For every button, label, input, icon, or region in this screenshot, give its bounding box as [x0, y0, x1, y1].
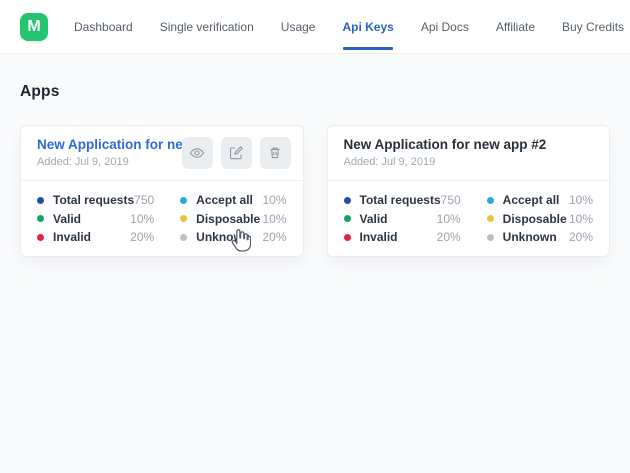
stat-label: Total requests: [53, 193, 134, 207]
stat-dot: [487, 197, 494, 204]
stat-dot: [344, 197, 351, 204]
nav-item-api-docs[interactable]: Api Docs: [421, 0, 469, 53]
app-logo[interactable]: M: [20, 13, 48, 41]
page-title: Apps: [20, 54, 610, 101]
stat-valid: Valid 10%: [37, 210, 154, 229]
stat-invalid: Invalid 20%: [37, 228, 154, 247]
stat-dot: [180, 234, 187, 241]
stat-dot: [487, 234, 494, 241]
stat-total-requests: Total requests 750: [344, 191, 461, 210]
stat-accept-all: Accept all 10%: [487, 191, 593, 210]
stat-dot: [37, 234, 44, 241]
stat-label: Accept all: [196, 193, 253, 207]
stat-value: 750: [134, 193, 154, 207]
stats-grid: Total requests 750 Accept all 10% Valid …: [21, 181, 303, 257]
stat-value: 10%: [437, 212, 461, 226]
nav-item-usage[interactable]: Usage: [281, 0, 316, 53]
stat-dot: [180, 197, 187, 204]
stat-disposable: Disposable 10%: [487, 210, 593, 229]
stat-label: Unknown: [196, 230, 250, 244]
nav-item-single-verification[interactable]: Single verification: [160, 0, 254, 53]
nav-item-api-keys[interactable]: Api Keys: [342, 0, 393, 53]
app-card: New Application for ne... Added: Jul 9, …: [20, 125, 304, 257]
stat-value: 20%: [437, 230, 461, 244]
card-header: New Application for new app #2 Added: Ju…: [328, 126, 610, 181]
stat-label: Disposable: [503, 212, 567, 226]
stat-value: 10%: [262, 212, 286, 226]
app-cards-row: New Application for ne... Added: Jul 9, …: [20, 125, 610, 257]
stat-label: Valid: [360, 212, 388, 226]
stat-unknown: Unknown 20%: [180, 228, 286, 247]
stat-label: Invalid: [53, 230, 91, 244]
stat-dot: [180, 215, 187, 222]
delete-button[interactable]: [260, 137, 291, 169]
stat-total-requests: Total requests 750: [37, 191, 154, 210]
top-nav: M Dashboard Single verification Usage Ap…: [0, 0, 630, 54]
trash-icon: [267, 145, 283, 161]
stat-unknown: Unknown 20%: [487, 228, 593, 247]
stat-value: 10%: [569, 193, 593, 207]
stat-value: 20%: [130, 230, 154, 244]
stat-dot: [37, 215, 44, 222]
stat-value: 10%: [569, 212, 593, 226]
stat-value: 10%: [262, 193, 286, 207]
edit-button[interactable]: [221, 137, 252, 169]
stat-label: Total requests: [360, 193, 441, 207]
card-actions: [182, 137, 291, 169]
stat-dot: [344, 215, 351, 222]
stat-invalid: Invalid 20%: [344, 228, 461, 247]
nav-item-affiliate[interactable]: Affiliate: [496, 0, 535, 53]
stat-label: Disposable: [196, 212, 260, 226]
stat-disposable: Disposable 10%: [180, 210, 286, 229]
nav-item-buy-credits[interactable]: Buy Credits: [562, 0, 624, 53]
stat-value: 20%: [569, 230, 593, 244]
stat-label: Unknown: [503, 230, 557, 244]
nav-item-dashboard[interactable]: Dashboard: [74, 0, 133, 53]
stat-value: 20%: [262, 230, 286, 244]
stats-grid: Total requests 750 Accept all 10% Valid …: [328, 181, 610, 257]
stat-dot: [344, 234, 351, 241]
eye-icon: [189, 145, 205, 161]
stat-value: 750: [441, 193, 461, 207]
app-card: New Application for new app #2 Added: Ju…: [327, 125, 611, 257]
view-button[interactable]: [182, 137, 213, 169]
app-title-link[interactable]: New Application for ne...: [37, 137, 202, 152]
main-content: Apps New Application for ne... Added: Ju…: [0, 54, 630, 473]
main-nav: Dashboard Single verification Usage Api …: [74, 0, 624, 53]
stat-dot: [37, 197, 44, 204]
logo-letter: M: [27, 18, 40, 36]
app-title: New Application for new app #2: [344, 137, 584, 152]
edit-icon: [228, 145, 244, 161]
stat-accept-all: Accept all 10%: [180, 191, 286, 210]
stat-dot: [487, 215, 494, 222]
app-added-date: Added: Jul 9, 2019: [344, 156, 594, 168]
stat-label: Invalid: [360, 230, 398, 244]
stat-value: 10%: [130, 212, 154, 226]
stat-valid: Valid 10%: [344, 210, 461, 229]
stat-label: Accept all: [503, 193, 560, 207]
stat-label: Valid: [53, 212, 81, 226]
